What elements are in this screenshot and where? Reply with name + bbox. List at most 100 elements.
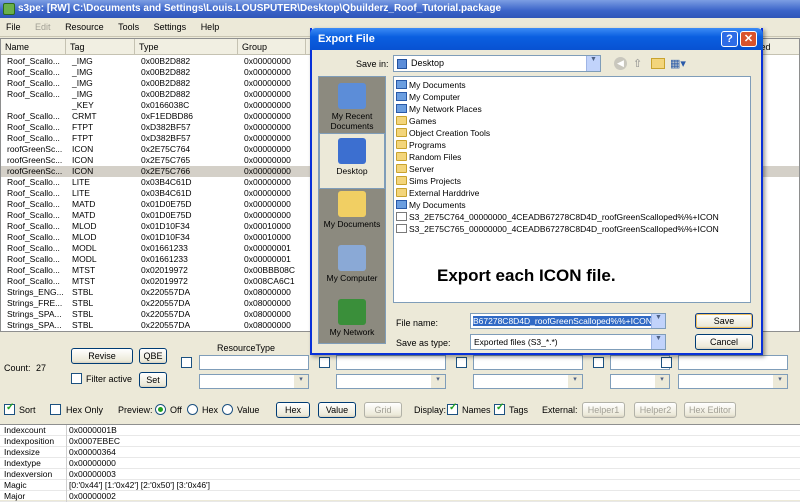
cell-type: 0xD382BF57 (141, 122, 191, 132)
property-row[interactable]: Major 0x00000002 (0, 491, 800, 502)
help-icon[interactable]: ? (721, 31, 738, 47)
cell-tag: _IMG (72, 67, 93, 77)
property-grid[interactable]: Indexcount 0x0000001B Indexposition 0x0007E… (0, 424, 800, 502)
cell-type: 0x01D0E75D (141, 199, 192, 209)
export-file-dialog: Export File ? ✕ Save in: Desktop ▼ ◀ ⇧ ▦… (310, 28, 763, 355)
col-tag[interactable]: Tag (66, 39, 135, 55)
place-recent-documents[interactable]: My Recent Documents (319, 79, 385, 135)
cell-type: 0x02019972 (141, 265, 188, 275)
instance-filter-input[interactable] (473, 355, 583, 370)
grid-button[interactable]: Grid (364, 402, 402, 418)
new-folder-icon[interactable] (651, 58, 665, 69)
cell-type: 0x01D0E75D (141, 210, 192, 220)
helper1-button[interactable]: Helper1 (582, 402, 625, 418)
file-name-input[interactable]: B67278C8D4D_roofGreenScalloped%%+ICON ▼ (470, 313, 666, 329)
save-in-combo[interactable]: Desktop ▼ (393, 55, 601, 72)
place-my-computer[interactable]: My Computer (319, 241, 385, 297)
chevron-down-icon[interactable]: ▼ (651, 314, 665, 328)
col-name[interactable]: Name (1, 39, 66, 55)
file-name: My Network Places (409, 104, 482, 114)
instance-filter-checkbox[interactable] (456, 357, 467, 368)
cell-tag: MTST (72, 265, 96, 275)
place-my-network[interactable]: My Network (319, 295, 385, 351)
tutorial-annotation: Export each ICON file. (437, 266, 616, 285)
last-filter-checkbox[interactable] (661, 357, 672, 368)
resource-type-checkbox[interactable] (181, 357, 192, 368)
property-name: Indexcount (4, 425, 46, 435)
close-icon[interactable]: ✕ (740, 31, 757, 47)
place-my-documents[interactable]: My Documents (319, 187, 385, 243)
save-as-type-value: Exported files (S3_*.*) (474, 337, 558, 347)
up-folder-icon[interactable]: ⇧ (633, 57, 642, 70)
last-filter-input[interactable] (678, 355, 788, 370)
cell-tag: MODL (72, 254, 97, 264)
set-button[interactable]: Set (139, 372, 167, 388)
property-row[interactable]: Indexversion 0x00000003 (0, 469, 800, 480)
last-filter-combo[interactable]: ▾ (678, 374, 788, 389)
cell-name: Roof_Scallo... (7, 232, 60, 242)
main-window-title: s3pe: [RW] C:\Documents and Settings\Lou… (18, 3, 502, 14)
property-value: 0x00000000 (66, 458, 116, 469)
extra-filter-checkbox[interactable] (593, 357, 604, 368)
save-as-type-combo[interactable]: Exported files (S3_*.*) ▼ (470, 334, 666, 350)
filter-active-checkbox[interactable] (71, 373, 82, 384)
file-name: Games (409, 116, 437, 126)
folder-icon (396, 188, 407, 197)
back-icon[interactable]: ◀ (614, 57, 627, 70)
my-documents-icon (338, 191, 366, 217)
menu-resource[interactable]: Resource (59, 18, 110, 37)
cancel-button[interactable]: Cancel (695, 334, 753, 350)
cell-type: 0xF1EDBD86 (141, 111, 193, 121)
names-checkbox[interactable] (447, 402, 458, 415)
system-folder-icon (396, 92, 407, 101)
menu-tools[interactable]: Tools (112, 18, 145, 37)
group-filter-checkbox[interactable] (319, 357, 330, 368)
file-name: Random Files (409, 152, 462, 162)
menu-edit[interactable]: Edit (29, 18, 57, 37)
place-desktop[interactable]: Desktop (319, 133, 385, 189)
chevron-down-icon[interactable]: ▼ (586, 56, 600, 71)
property-row[interactable]: Indexposition 0x0007EBEC (0, 436, 800, 447)
preview-value-radio[interactable] (222, 404, 233, 415)
tags-checkbox[interactable] (494, 402, 505, 415)
chevron-down-icon[interactable]: ▼ (651, 335, 665, 349)
menu-help[interactable]: Help (195, 18, 226, 37)
hex-only-checkbox[interactable] (50, 404, 61, 415)
hex-button[interactable]: Hex (276, 402, 310, 418)
sort-checkbox[interactable] (4, 402, 15, 415)
group-filter-input[interactable] (336, 355, 446, 370)
hex-editor-button[interactable]: Hex Editor (684, 402, 736, 418)
cell-tag: MATD (72, 199, 96, 209)
property-row[interactable]: Indexcount 0x0000001B (0, 425, 800, 436)
tags-label: Tags (509, 405, 529, 415)
property-row[interactable]: Indextype 0x00000000 (0, 458, 800, 469)
file-name: Object Creation Tools (409, 128, 491, 138)
preview-off-radio[interactable] (155, 404, 166, 415)
extra-filter-combo[interactable]: ▾ (610, 374, 670, 389)
property-row[interactable]: Magic [0:'0x44'] [1:'0x42'] [2:'0x50'] [3… (0, 480, 800, 491)
menu-file[interactable]: File (0, 18, 27, 37)
preview-hex-radio[interactable] (187, 404, 198, 415)
col-type[interactable]: Type (135, 39, 238, 55)
cell-tag: LITE (72, 177, 90, 187)
save-button[interactable]: Save (695, 313, 753, 329)
cell-tag: MATD (72, 210, 96, 220)
col-group[interactable]: Group (238, 39, 306, 55)
view-menu-icon[interactable]: ▦▾ (670, 57, 686, 70)
revise-button[interactable]: Revise (71, 348, 133, 364)
cell-name: Roof_Scallo... (7, 210, 60, 220)
cell-group: 0x00000000 (244, 199, 291, 209)
property-value: 0x00000002 (66, 491, 116, 502)
qbe-button[interactable]: QBE (139, 348, 167, 364)
group-filter-combo[interactable]: ▾ (336, 374, 446, 389)
helper2-button[interactable]: Helper2 (634, 402, 677, 418)
cell-group: 0x00000000 (244, 56, 291, 66)
instance-filter-combo[interactable]: ▾ (473, 374, 583, 389)
place-label: My Recent Documents (330, 111, 374, 131)
menu-settings[interactable]: Settings (148, 18, 193, 37)
folder-icon (396, 176, 407, 185)
value-button[interactable]: Value (318, 402, 356, 418)
property-row[interactable]: Indexsize 0x00000364 (0, 447, 800, 458)
resource-type-combo[interactable]: ▾ (199, 374, 309, 389)
resource-type-input[interactable] (199, 355, 309, 370)
